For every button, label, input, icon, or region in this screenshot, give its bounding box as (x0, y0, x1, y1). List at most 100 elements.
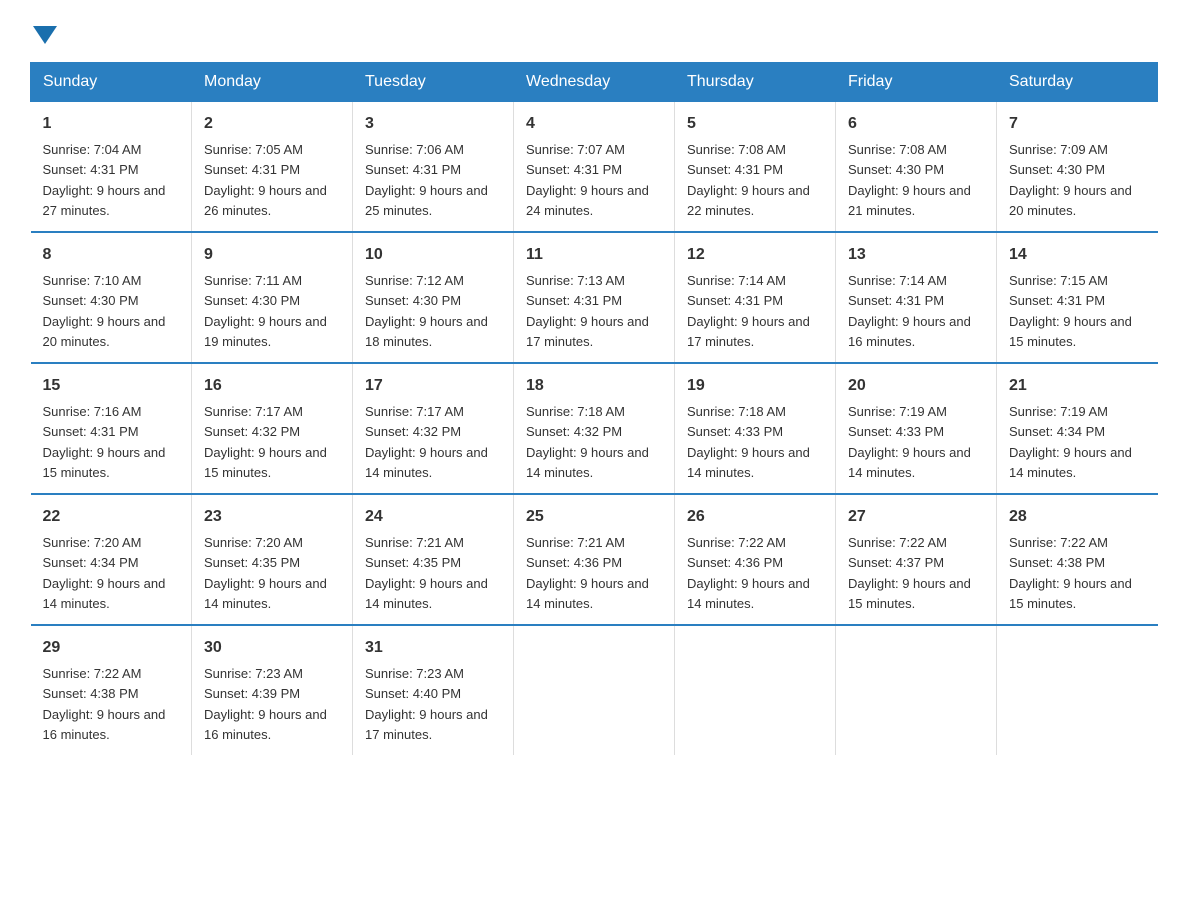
calendar-cell: 19 Sunrise: 7:18 AMSunset: 4:33 PMDayligh… (675, 363, 836, 494)
header-day-saturday: Saturday (997, 63, 1158, 102)
day-info: Sunrise: 7:09 AMSunset: 4:30 PMDaylight:… (1009, 142, 1132, 218)
calendar-cell: 5Sunrise: 7:08 AMSunset: 4:31 PMDaylight… (675, 102, 836, 233)
day-info: Sunrise: 7:21 AMSunset: 4:36 PMDaylight:… (526, 535, 649, 611)
calendar-cell: 3Sunrise: 7:06 AMSunset: 4:31 PMDaylight… (353, 102, 514, 233)
calendar-cell: 31 Sunrise: 7:23 AMSunset: 4:40 PMDayligh… (353, 625, 514, 755)
day-info: Sunrise: 7:19 AMSunset: 4:34 PMDaylight:… (1009, 404, 1132, 480)
day-info: Sunrise: 7:23 AMSunset: 4:39 PMDaylight:… (204, 666, 327, 742)
day-info: Sunrise: 7:23 AMSunset: 4:40 PMDaylight:… (365, 666, 488, 742)
header-day-thursday: Thursday (675, 63, 836, 102)
day-number: 10 (365, 243, 501, 267)
week-row-1: 1Sunrise: 7:04 AMSunset: 4:31 PMDaylight… (31, 102, 1158, 233)
day-info: Sunrise: 7:22 AMSunset: 4:38 PMDaylight:… (1009, 535, 1132, 611)
calendar-cell: 11 Sunrise: 7:13 AMSunset: 4:31 PMDayligh… (514, 232, 675, 363)
day-number: 31 (365, 636, 501, 660)
day-info: Sunrise: 7:05 AMSunset: 4:31 PMDaylight:… (204, 142, 327, 218)
page-header (30, 20, 1158, 44)
calendar-cell: 8 Sunrise: 7:10 AMSunset: 4:30 PMDaylight… (31, 232, 192, 363)
day-number: 8 (43, 243, 180, 267)
day-info: Sunrise: 7:07 AMSunset: 4:31 PMDaylight:… (526, 142, 649, 218)
calendar-body: 1Sunrise: 7:04 AMSunset: 4:31 PMDaylight… (31, 102, 1158, 756)
calendar-table: SundayMondayTuesdayWednesdayThursdayFrid… (30, 62, 1158, 755)
day-info: Sunrise: 7:20 AMSunset: 4:35 PMDaylight:… (204, 535, 327, 611)
calendar-cell: 9 Sunrise: 7:11 AMSunset: 4:30 PMDaylight… (192, 232, 353, 363)
calendar-cell: 23 Sunrise: 7:20 AMSunset: 4:35 PMDayligh… (192, 494, 353, 625)
calendar-cell: 4 Sunrise: 7:07 AMSunset: 4:31 PMDaylight… (514, 102, 675, 233)
day-number: 28 (1009, 505, 1146, 529)
header-day-friday: Friday (836, 63, 997, 102)
day-info: Sunrise: 7:21 AMSunset: 4:35 PMDaylight:… (365, 535, 488, 611)
calendar-cell: 26Sunrise: 7:22 AMSunset: 4:36 PMDayligh… (675, 494, 836, 625)
day-number: 18 (526, 374, 662, 398)
day-info: Sunrise: 7:12 AMSunset: 4:30 PMDaylight:… (365, 273, 488, 349)
calendar-header: SundayMondayTuesdayWednesdayThursdayFrid… (31, 63, 1158, 102)
day-number: 21 (1009, 374, 1146, 398)
day-info: Sunrise: 7:11 AMSunset: 4:30 PMDaylight:… (204, 273, 327, 349)
header-day-monday: Monday (192, 63, 353, 102)
day-number: 15 (43, 374, 180, 398)
day-number: 22 (43, 505, 180, 529)
day-info: Sunrise: 7:22 AMSunset: 4:38 PMDaylight:… (43, 666, 166, 742)
day-info: Sunrise: 7:08 AMSunset: 4:30 PMDaylight:… (848, 142, 971, 218)
day-info: Sunrise: 7:18 AMSunset: 4:33 PMDaylight:… (687, 404, 810, 480)
calendar-cell: 30 Sunrise: 7:23 AMSunset: 4:39 PMDayligh… (192, 625, 353, 755)
day-info: Sunrise: 7:13 AMSunset: 4:31 PMDaylight:… (526, 273, 649, 349)
day-info: Sunrise: 7:16 AMSunset: 4:31 PMDaylight:… (43, 404, 166, 480)
day-number: 30 (204, 636, 340, 660)
day-info: Sunrise: 7:22 AMSunset: 4:37 PMDaylight:… (848, 535, 971, 611)
calendar-cell (997, 625, 1158, 755)
day-info: Sunrise: 7:14 AMSunset: 4:31 PMDaylight:… (848, 273, 971, 349)
day-number: 25 (526, 505, 662, 529)
day-info: Sunrise: 7:17 AMSunset: 4:32 PMDaylight:… (365, 404, 488, 480)
calendar-cell: 7Sunrise: 7:09 AMSunset: 4:30 PMDaylight… (997, 102, 1158, 233)
day-info: Sunrise: 7:17 AMSunset: 4:32 PMDaylight:… (204, 404, 327, 480)
day-number: 17 (365, 374, 501, 398)
day-info: Sunrise: 7:10 AMSunset: 4:30 PMDaylight:… (43, 273, 166, 349)
day-number: 1 (43, 112, 180, 136)
calendar-cell: 28 Sunrise: 7:22 AMSunset: 4:38 PMDayligh… (997, 494, 1158, 625)
day-info: Sunrise: 7:19 AMSunset: 4:33 PMDaylight:… (848, 404, 971, 480)
week-row-5: 29 Sunrise: 7:22 AMSunset: 4:38 PMDayligh… (31, 625, 1158, 755)
day-number: 19 (687, 374, 823, 398)
calendar-cell: 25 Sunrise: 7:21 AMSunset: 4:36 PMDayligh… (514, 494, 675, 625)
day-number: 2 (204, 112, 340, 136)
calendar-cell (675, 625, 836, 755)
week-row-3: 15 Sunrise: 7:16 AMSunset: 4:31 PMDayligh… (31, 363, 1158, 494)
day-info: Sunrise: 7:08 AMSunset: 4:31 PMDaylight:… (687, 142, 810, 218)
header-day-wednesday: Wednesday (514, 63, 675, 102)
day-number: 4 (526, 112, 662, 136)
header-row: SundayMondayTuesdayWednesdayThursdayFrid… (31, 63, 1158, 102)
week-row-2: 8 Sunrise: 7:10 AMSunset: 4:30 PMDaylight… (31, 232, 1158, 363)
header-day-sunday: Sunday (31, 63, 192, 102)
calendar-cell (514, 625, 675, 755)
calendar-cell: 20 Sunrise: 7:19 AMSunset: 4:33 PMDayligh… (836, 363, 997, 494)
day-info: Sunrise: 7:20 AMSunset: 4:34 PMDaylight:… (43, 535, 166, 611)
day-number: 27 (848, 505, 984, 529)
calendar-cell: 17 Sunrise: 7:17 AMSunset: 4:32 PMDayligh… (353, 363, 514, 494)
day-info: Sunrise: 7:14 AMSunset: 4:31 PMDaylight:… (687, 273, 810, 349)
calendar-cell: 6 Sunrise: 7:08 AMSunset: 4:30 PMDaylight… (836, 102, 997, 233)
day-number: 29 (43, 636, 180, 660)
calendar-cell: 21 Sunrise: 7:19 AMSunset: 4:34 PMDayligh… (997, 363, 1158, 494)
calendar-cell: 22 Sunrise: 7:20 AMSunset: 4:34 PMDayligh… (31, 494, 192, 625)
day-number: 11 (526, 243, 662, 267)
calendar-cell: 10 Sunrise: 7:12 AMSunset: 4:30 PMDayligh… (353, 232, 514, 363)
day-number: 13 (848, 243, 984, 267)
calendar-cell: 27 Sunrise: 7:22 AMSunset: 4:37 PMDayligh… (836, 494, 997, 625)
day-info: Sunrise: 7:18 AMSunset: 4:32 PMDaylight:… (526, 404, 649, 480)
calendar-cell: 18 Sunrise: 7:18 AMSunset: 4:32 PMDayligh… (514, 363, 675, 494)
calendar-cell: 14Sunrise: 7:15 AMSunset: 4:31 PMDayligh… (997, 232, 1158, 363)
day-number: 9 (204, 243, 340, 267)
calendar-cell: 2 Sunrise: 7:05 AMSunset: 4:31 PMDaylight… (192, 102, 353, 233)
day-number: 20 (848, 374, 984, 398)
day-number: 26 (687, 505, 823, 529)
day-info: Sunrise: 7:06 AMSunset: 4:31 PMDaylight:… (365, 142, 488, 218)
week-row-4: 22 Sunrise: 7:20 AMSunset: 4:34 PMDayligh… (31, 494, 1158, 625)
day-number: 6 (848, 112, 984, 136)
calendar-cell: 1Sunrise: 7:04 AMSunset: 4:31 PMDaylight… (31, 102, 192, 233)
calendar-cell: 12Sunrise: 7:14 AMSunset: 4:31 PMDayligh… (675, 232, 836, 363)
logo-blue-part (30, 20, 57, 44)
day-number: 23 (204, 505, 340, 529)
calendar-cell: 24Sunrise: 7:21 AMSunset: 4:35 PMDayligh… (353, 494, 514, 625)
calendar-cell: 13 Sunrise: 7:14 AMSunset: 4:31 PMDayligh… (836, 232, 997, 363)
